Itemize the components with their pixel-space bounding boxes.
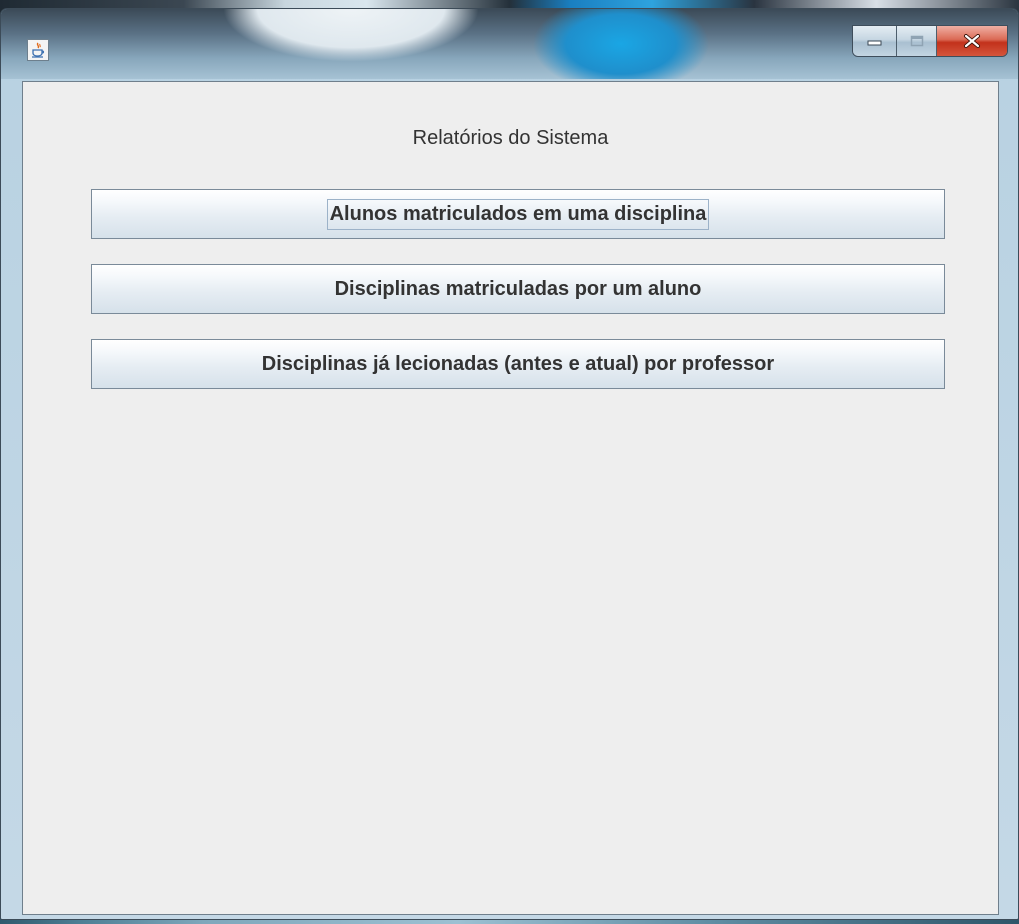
courses-by-student-report-button[interactable]: Disciplinas matriculadas por um aluno (91, 264, 945, 314)
minimize-icon (867, 40, 881, 46)
maximize-button[interactable] (897, 26, 937, 56)
students-by-course-report-button[interactable]: Alunos matriculados em uma disciplina (91, 189, 945, 239)
maximize-icon (910, 35, 923, 47)
caption-buttons (852, 25, 1008, 57)
page-title: Relatórios do Sistema (412, 127, 609, 149)
close-icon (964, 34, 980, 48)
button-label: Disciplinas matriculadas por um aluno (334, 277, 702, 300)
app-window: Relatórios do Sistema Alunos matriculado… (0, 8, 1019, 920)
close-button[interactable] (937, 26, 1007, 56)
button-label: Alunos matriculados em uma disciplina (326, 198, 710, 230)
java-cup-icon[interactable] (27, 39, 49, 61)
courses-by-professor-report-button[interactable]: Disciplinas já lecionadas (antes e atual… (91, 339, 945, 389)
button-label: Disciplinas já lecionadas (antes e atual… (261, 352, 775, 375)
client-area: Relatórios do Sistema Alunos matriculado… (22, 81, 999, 915)
minimize-button[interactable] (853, 26, 897, 56)
window-titlebar[interactable] (1, 9, 1018, 79)
